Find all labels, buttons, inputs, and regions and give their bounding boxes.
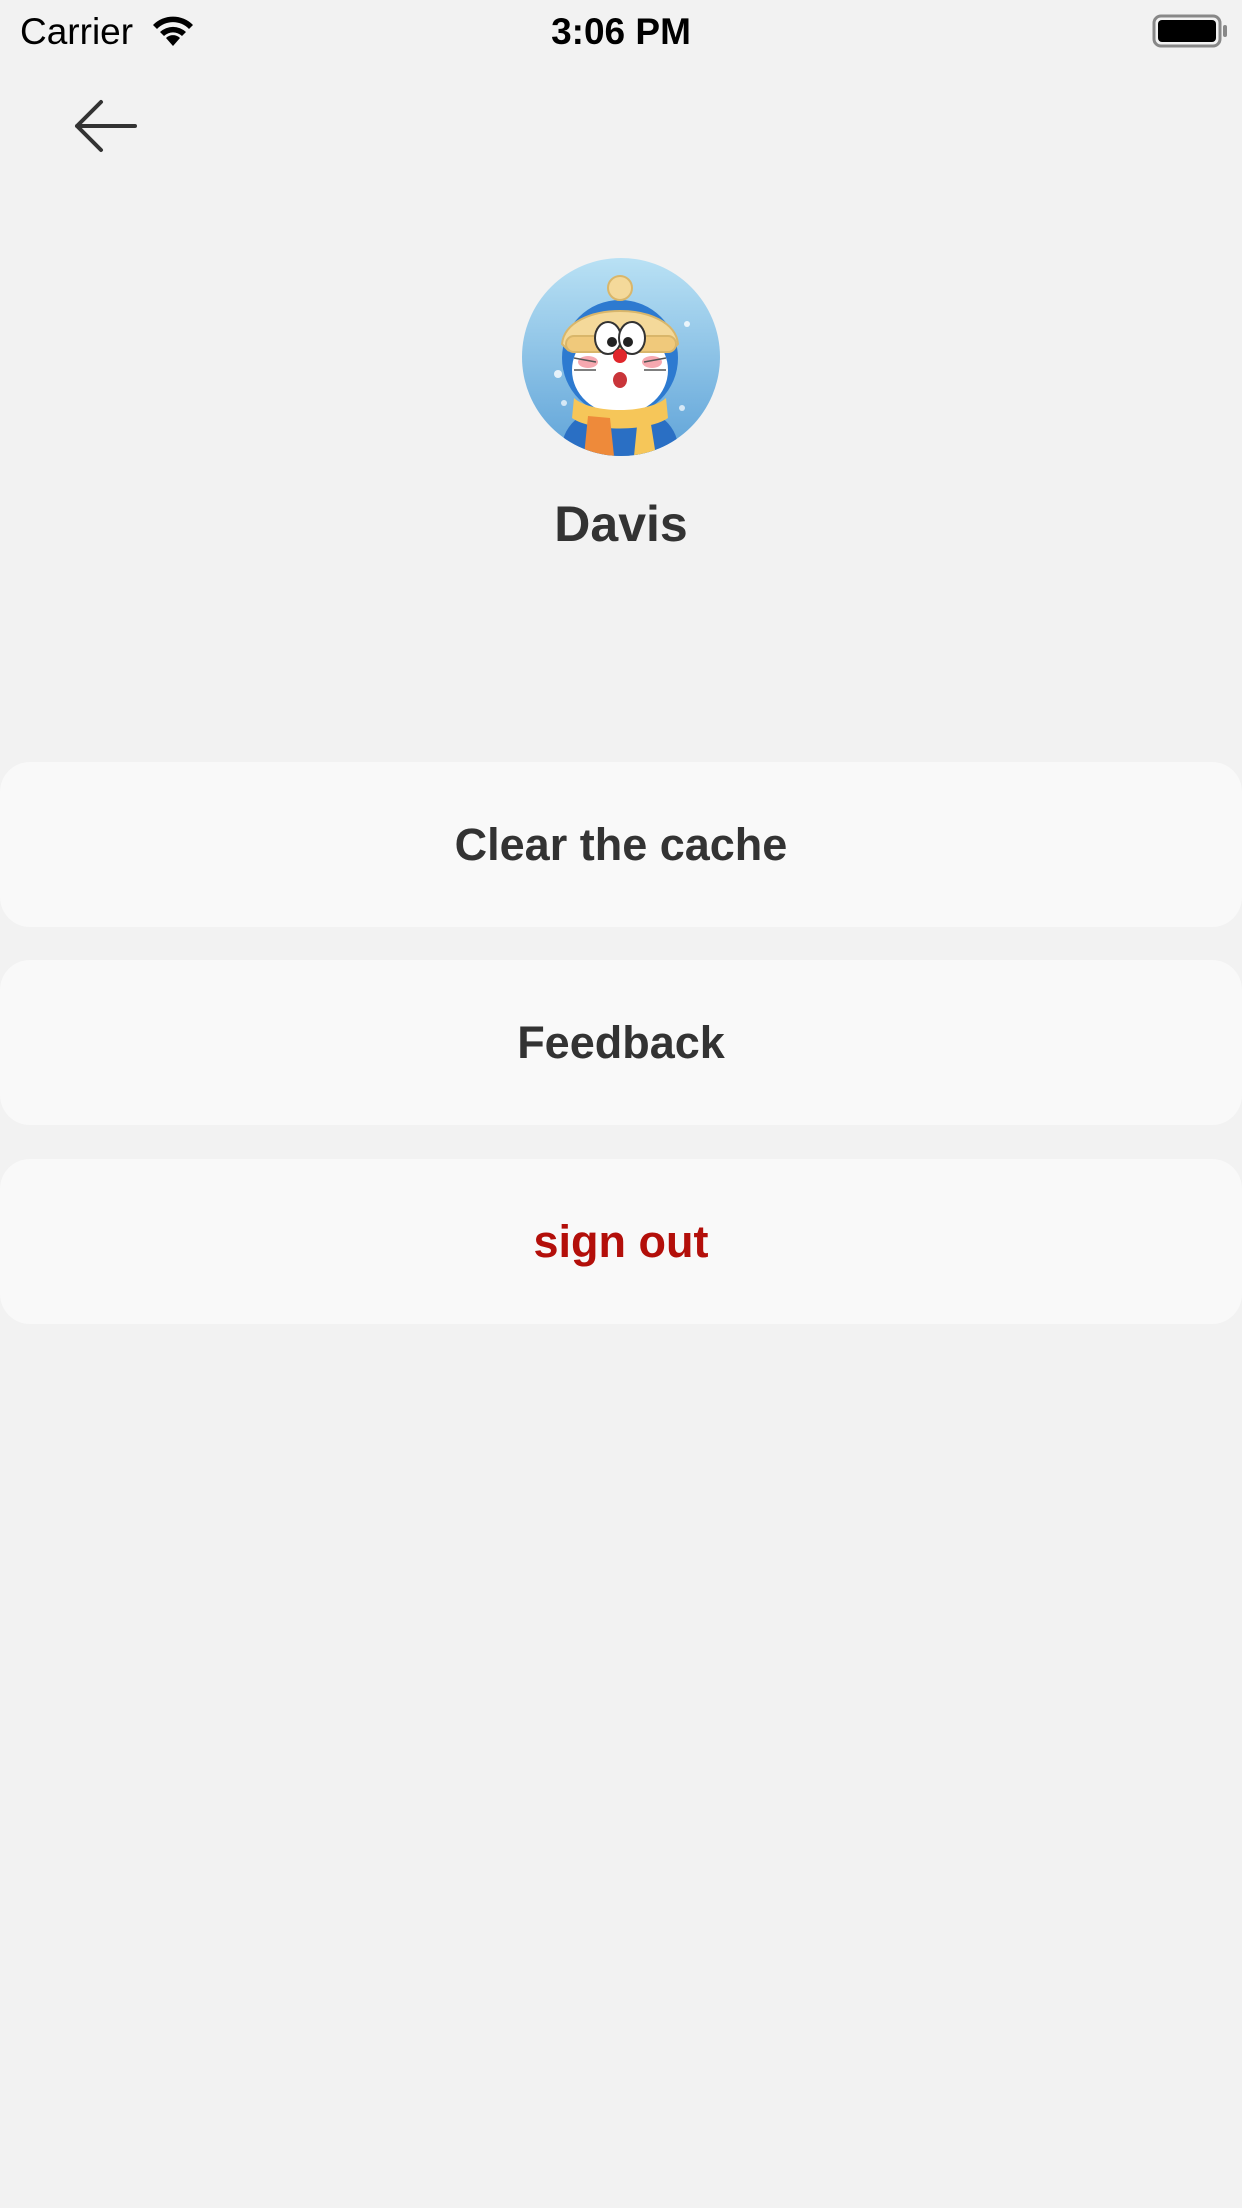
battery-icon xyxy=(1152,14,1227,48)
status-time: 3:06 PM xyxy=(551,11,691,52)
user-name: Davis xyxy=(554,496,688,552)
feedback-button[interactable]: Feedback xyxy=(0,960,1242,1125)
clear-cache-button[interactable]: Clear the cache xyxy=(0,762,1242,927)
avatar[interactable] xyxy=(522,258,720,456)
back-button[interactable] xyxy=(60,86,150,166)
avatar-image xyxy=(522,258,720,456)
back-arrow-icon xyxy=(75,100,137,152)
status-bar: Carrier 3:06 PM xyxy=(0,0,1242,62)
sign-out-button[interactable]: sign out xyxy=(0,1159,1242,1324)
